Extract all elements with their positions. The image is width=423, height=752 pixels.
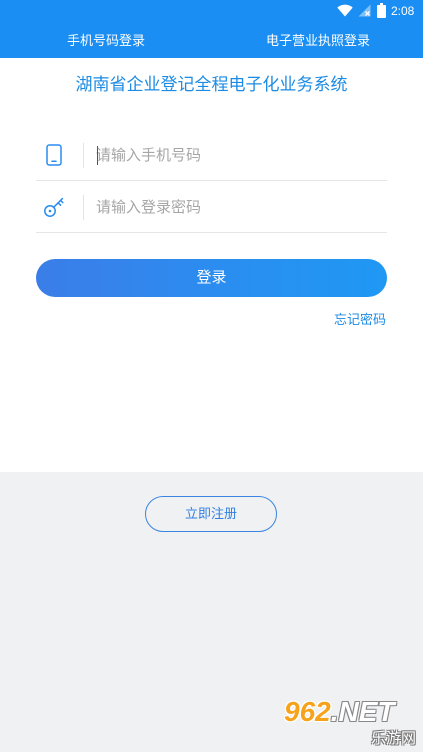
key-icon — [44, 197, 64, 217]
tab-business-license-login[interactable]: 电子营业执照登录 — [252, 32, 384, 50]
tab-phone-login[interactable]: 手机号码登录 — [40, 32, 172, 50]
text-cursor — [97, 146, 98, 165]
watermark-brand-suffix: .NET — [330, 696, 395, 727]
status-time: 2:08 — [391, 4, 415, 18]
login-button[interactable]: 登录 — [36, 259, 387, 297]
password-input-row[interactable] — [36, 182, 387, 233]
watermark-name: 乐游网 — [370, 730, 416, 747]
header-bar: 2:08 手机号码登录 电子营业执照登录 — [0, 0, 423, 58]
register-button[interactable]: 立即注册 — [145, 496, 277, 532]
forgot-password-link[interactable]: 忘记密码 — [334, 312, 386, 328]
phone-icon — [46, 144, 62, 166]
phone-input[interactable] — [96, 143, 376, 168]
watermark-brand: 962.NET — [284, 696, 395, 728]
page-title: 湖南省企业登记全程电子化业务系统 — [75, 75, 348, 94]
watermark-logo: 962.NET 乐游网 — [284, 696, 420, 748]
phone-input-row[interactable] — [36, 130, 387, 181]
watermark-brand-number: 962 — [284, 696, 331, 727]
input-divider — [83, 143, 84, 168]
signal-off-icon — [358, 4, 371, 17]
battery-icon — [377, 3, 386, 18]
wifi-icon — [337, 4, 353, 17]
input-divider — [83, 195, 84, 220]
password-input[interactable] — [96, 195, 376, 220]
